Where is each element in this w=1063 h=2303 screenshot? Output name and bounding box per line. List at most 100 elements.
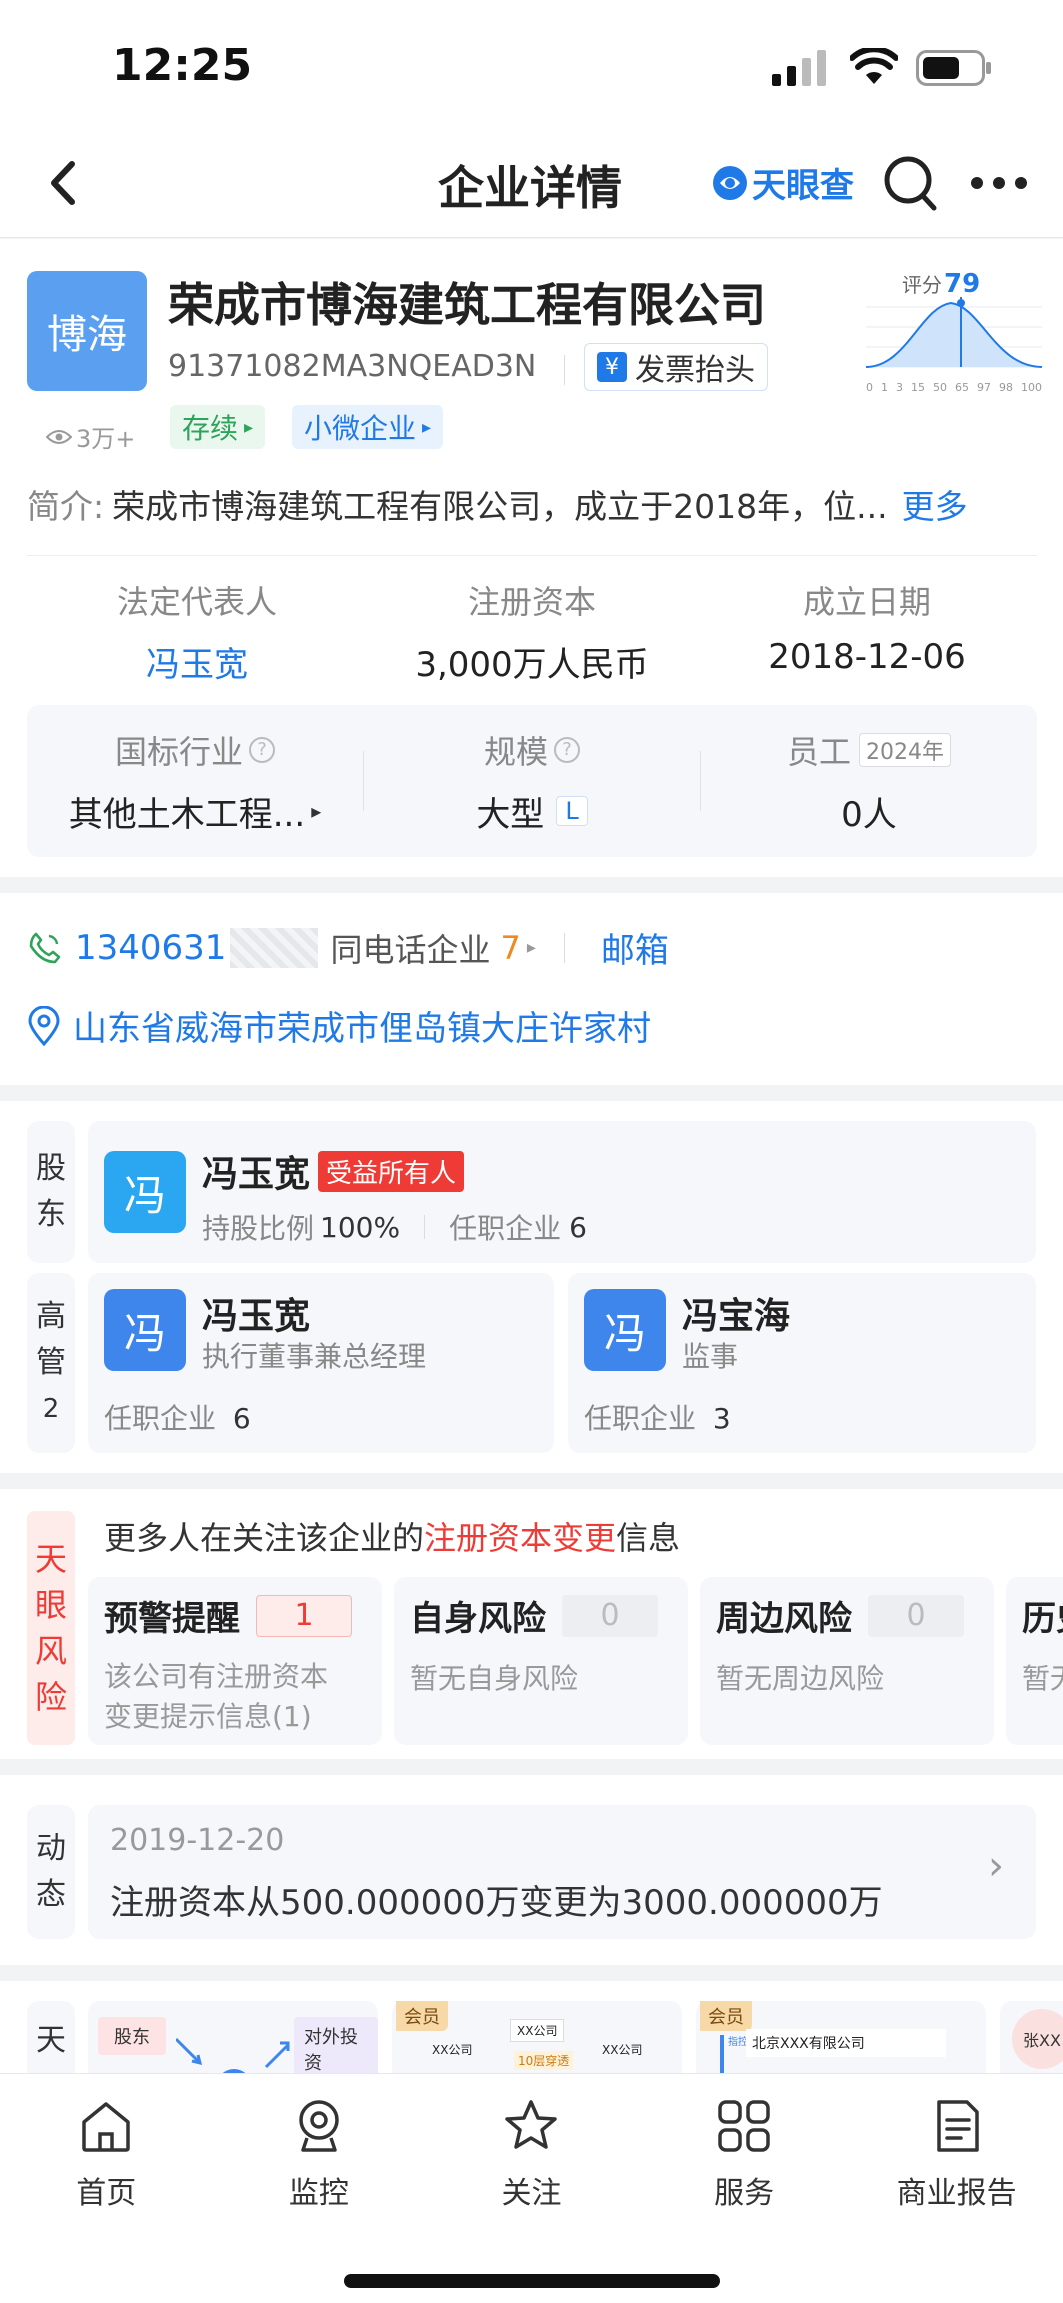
risk-notice[interactable]: 更多人在关注该企业的注册资本变更信息 [104, 1513, 680, 1559]
divider [424, 1215, 426, 1239]
divider [563, 932, 565, 963]
back-icon[interactable] [44, 156, 84, 210]
executive-name[interactable]: 冯宝海 [682, 1287, 790, 1339]
capital: 注册资本 3,000万人民币 [367, 577, 697, 685]
graph-card-relations[interactable]: 股东 对外投资 [88, 2001, 378, 2081]
executive-name[interactable]: 冯玉宽 [202, 1287, 310, 1339]
credit-code[interactable]: 91371082MA3NQEAD3N [168, 349, 536, 384]
signal-icon [772, 50, 826, 86]
tab-report[interactable]: 商业报告 [851, 2096, 1063, 2212]
dynamic-card[interactable]: 2019-12-20 注册资本从500.000000万变更为3000.00000… [88, 1805, 1036, 1939]
risk-card-surrounding[interactable]: 周边风险 0 暂无周边风险 [700, 1577, 994, 1745]
score-tick: 65 [955, 381, 969, 394]
tab-home[interactable]: 首页 [0, 2096, 212, 2212]
score-tick: 3 [896, 381, 903, 394]
intro-text: 荣成市博海建筑工程有限公司，成立于2018年，位... [112, 487, 888, 526]
status-bar: 12:25 [0, 0, 1063, 130]
phone-icon [29, 932, 61, 963]
risk-notice-highlight: 注册资本变更 [424, 1519, 617, 1557]
tab-label: 商业报告 [896, 2176, 1017, 2211]
address-row[interactable]: 山东省威海市荣成市俚岛镇大庄许家村 [27, 1001, 651, 1050]
help-icon[interactable]: ? [249, 736, 275, 763]
risk-card-history[interactable]: 历史 暂无 [1006, 1577, 1063, 1745]
invoice-icon: ¥ [597, 352, 627, 382]
risk-card-self[interactable]: 自身风险 0 暂无自身风险 [394, 1577, 688, 1745]
status-tag-label: 存续 [182, 412, 239, 445]
address-text: 山东省威海市荣成市俚岛镇大庄许家村 [73, 1009, 651, 1049]
people-section: 股 东 冯 冯玉宽 受益所有人 持股比例 100% 任职企业 6 高 管 2 冯 [0, 1101, 1063, 1473]
size-tag[interactable]: 小微企业 ▸ [292, 405, 444, 449]
risk-card-title: 历史 [1022, 1599, 1063, 1639]
section-label-char: 管 [36, 1345, 66, 1380]
score-tick: 97 [977, 381, 991, 394]
prefix-tag: 指控 [728, 2037, 748, 2048]
industry-value: 其他土木工程... [68, 794, 306, 835]
shareholder-name[interactable]: 冯玉宽 [202, 1145, 310, 1197]
company-name: 荣成市博海建筑工程有限公司 [168, 278, 766, 332]
staff-year-badge: 2024年 [859, 732, 951, 767]
shareholder-card[interactable]: 冯 冯玉宽 受益所有人 持股比例 100% 任职企业 6 [88, 1121, 1036, 1263]
dynamic-section: 动 态 2019-12-20 注册资本从500.000000万变更为3000.0… [0, 1775, 1063, 1965]
score-tick: 50 [933, 381, 947, 394]
chevron-right-icon: ▸ [422, 416, 432, 438]
chevron-right-icon: ▸ [526, 937, 536, 958]
home-indicator [344, 2274, 720, 2288]
risk-label-col: 天 眼 风 险 [27, 1511, 75, 1745]
graph-card-person[interactable]: 张XX [1000, 2001, 1063, 2081]
intro-label: 简介: [27, 487, 105, 526]
page-title: 企业详情 [438, 161, 622, 215]
industry-card: 国标行业 ? 其他土木工程... ▸ 规模 ? 大型 L 员工 2024年 0人 [27, 705, 1037, 857]
shareholder-avatar: 冯 [104, 1151, 186, 1233]
divider [27, 555, 1037, 556]
size-tag-label: 小微企业 [304, 412, 417, 445]
tab-label: 服务 [714, 2176, 775, 2211]
tab-follow[interactable]: 关注 [425, 2096, 637, 2212]
executive-card[interactable]: 冯 冯玉宽 执行董事兼总经理 任职企业 6 [88, 1273, 554, 1453]
help-icon[interactable]: ? [554, 736, 580, 763]
grid-icon [718, 2100, 770, 2152]
founded-label: 成立日期 [802, 583, 931, 621]
section-label-char: 险 [34, 1678, 67, 1716]
phone-number[interactable]: 1340631 [75, 928, 226, 968]
chevron-right-icon: ▸ [311, 799, 322, 823]
staff: 员工 2024年 0人 [701, 727, 1037, 836]
section-label-char: 动 [36, 1831, 66, 1866]
status-tag[interactable]: 存续 ▸ [170, 405, 266, 449]
same-phone-label[interactable]: 同电话企业 [330, 925, 490, 971]
jobs-label: 任职企业 [104, 1402, 217, 1435]
section-label-char: 风 [34, 1632, 67, 1670]
more-icon[interactable] [970, 176, 1028, 190]
score-widget[interactable]: 评分 79 0 1 3 15 50 65 97 98 100 [866, 269, 1042, 399]
graph-card-penetration[interactable]: 会员 XX公司 XX公司 XX公司 10层穿透 [392, 2001, 682, 2081]
risk-card-count: 0 [868, 1594, 964, 1637]
executive-card[interactable]: 冯 冯宝海 监事 任职企业 3 [568, 1273, 1036, 1453]
tab-monitor[interactable]: 监控 [213, 2096, 425, 2212]
nav-bar: 企业详情 天眼查 [0, 130, 1063, 238]
graph-card-control[interactable]: 会员 指控 北京XXX有限公司 [696, 2001, 986, 2081]
tab-service[interactable]: 服务 [638, 2096, 850, 2212]
invoice-button[interactable]: ¥ 发票抬头 [584, 343, 768, 391]
person-chip: 张XX [1012, 2009, 1063, 2069]
executive-avatar: 冯 [104, 1289, 186, 1371]
email-link[interactable]: 邮箱 [601, 923, 669, 972]
views-count: 3万+ [76, 425, 136, 453]
jobs-label: 任职企业 [584, 1402, 697, 1435]
intro-more-link[interactable]: 更多 [902, 485, 968, 529]
section-label-char: 高 [36, 1299, 66, 1334]
risk-notice-post: 信息 [616, 1519, 681, 1557]
jobs-value: 6 [232, 1402, 251, 1435]
legal-rep-link[interactable]: 冯玉宽 [27, 637, 367, 686]
industry[interactable]: 国标行业 ? 其他土木工程... ▸ [27, 727, 363, 836]
jobs-label: 任职企业 [449, 1212, 562, 1245]
same-phone-count[interactable]: 7 [500, 929, 520, 967]
section-label-char: 东 [36, 1197, 66, 1232]
risk-card-warning[interactable]: 预警提醒 1 该公司有注册资本 变更提示信息(1) [88, 1577, 382, 1745]
section-label-char: 眼 [34, 1586, 67, 1624]
executive-role: 监事 [682, 1340, 739, 1373]
score-tick: 98 [999, 381, 1013, 394]
score-tick: 100 [1021, 381, 1042, 394]
search-icon[interactable] [882, 154, 938, 212]
star-icon [505, 2100, 558, 2149]
contact-section: 1340631 同电话企业 7 ▸ 邮箱 山东省威海市荣成市俚岛镇大庄许家村 [0, 893, 1063, 1085]
intro[interactable]: 简介: 荣成市博海建筑工程有限公司，成立于2018年，位... 更多 [27, 485, 1037, 529]
